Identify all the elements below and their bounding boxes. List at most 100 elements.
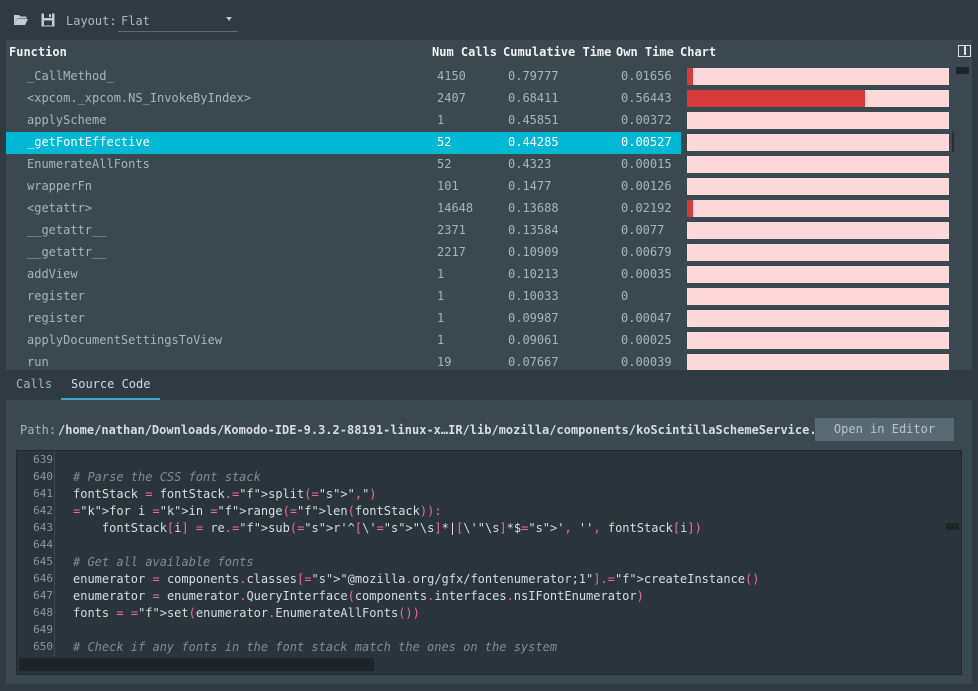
bottom-tabs: Calls Source Code — [6, 370, 972, 400]
function-cell: <getattr> — [27, 201, 93, 215]
function-cell: wrapperFn — [27, 179, 93, 193]
cumulative-time-cell: 0.45851 — [508, 113, 559, 127]
code-line: # Check if any fonts in the font stack m… — [73, 640, 558, 654]
code-line: enumerator = enumerator.QueryInterface(c… — [73, 589, 644, 603]
cumulative-time-cell: 0.79777 — [508, 69, 559, 83]
cumulative-time-cell: 0.10909 — [508, 245, 559, 259]
header-cumulative-time[interactable]: Cumulative Time — [503, 45, 611, 59]
table-row[interactable]: register 1 0.09987 0.00047 — [6, 308, 949, 330]
own-time-cell: 0.00527 — [621, 135, 672, 149]
chart-bar-fill — [687, 200, 693, 217]
cumulative-time-cell: 0.4323 — [508, 157, 552, 171]
chart-bar — [687, 68, 949, 85]
header-num-calls[interactable]: Num Calls — [432, 45, 497, 59]
code-line: # Get all available fonts — [73, 555, 254, 569]
layout-select[interactable]: Flat — [118, 12, 238, 32]
own-time-cell: 0.01656 — [621, 69, 672, 83]
num-calls-cell: 1 — [437, 289, 445, 303]
own-time-cell: 0.00015 — [621, 157, 672, 171]
line-number: 641 — [33, 487, 53, 500]
code-line: fonts = ="f">set(enumerator.EnumerateAll… — [73, 606, 420, 620]
function-cell: _getFontEffective — [27, 135, 150, 149]
function-cell: register — [27, 289, 85, 303]
cumulative-time-cell: 0.44285 — [508, 135, 559, 149]
chart-bar — [687, 266, 949, 283]
chart-bar — [687, 222, 949, 239]
own-time-cell: 0.0077 — [621, 223, 665, 237]
own-time-cell: 0 — [621, 289, 629, 303]
line-number: 642 — [33, 504, 53, 517]
table-row[interactable]: <xpcom._xpcom.NS_InvokeByIndex> 2407 0.684… — [6, 88, 949, 110]
profile-table: Function Num Calls Cumulative Time Own T… — [6, 40, 972, 370]
code-line: ="k">for i ="k">in ="f">range(="f">len(f… — [73, 504, 442, 518]
folder-open-icon[interactable] — [13, 13, 29, 27]
own-time-cell: 0.00679 — [621, 245, 672, 259]
function-cell: register — [27, 311, 85, 325]
toolbar: Layout: Flat — [0, 0, 978, 38]
header-own-time[interactable]: Own Time — [616, 45, 674, 59]
num-calls-cell: 4150 — [437, 69, 466, 83]
table-row[interactable]: register 1 0.10033 0 — [6, 286, 949, 308]
table-row[interactable]: addView 1 0.10213 0.00035 — [6, 264, 949, 286]
table-row[interactable]: run 19 0.07667 0.00039 — [6, 352, 949, 370]
table-row[interactable]: <getattr> 14648 0.13688 0.02192 — [6, 198, 949, 220]
line-number: 646 — [33, 572, 53, 585]
num-calls-cell: 2217 — [437, 245, 466, 259]
table-row[interactable]: __getattr__ 2371 0.13584 0.0077 — [6, 220, 949, 242]
header-chart[interactable]: Chart — [680, 45, 716, 59]
code-line: fontStack[i] = re.="f">sub(="s">r'^[\'="… — [73, 521, 702, 535]
chart-bar — [687, 310, 949, 327]
cumulative-time-cell: 0.1477 — [508, 179, 552, 193]
function-cell: __getattr__ — [27, 245, 107, 259]
chart-bar-fill — [687, 68, 693, 85]
line-number: 639 — [33, 453, 53, 466]
tab-source-code[interactable]: Source Code — [61, 376, 161, 400]
cumulative-time-cell: 0.10213 — [508, 267, 559, 281]
cumulative-time-cell: 0.09061 — [508, 333, 559, 347]
table-row[interactable]: _getFontEffective 52 0.44285 0.00527 — [6, 132, 949, 154]
line-number: 645 — [33, 555, 53, 568]
chevron-down-icon — [226, 17, 232, 21]
path-value: /home/nathan/Downloads/Komodo-IDE-9.3.2-… — [58, 423, 832, 437]
own-time-cell: 0.56443 — [621, 91, 672, 105]
num-calls-cell: 1 — [437, 113, 445, 127]
table-header: Function Num Calls Cumulative Time Own T… — [6, 40, 972, 64]
code-line: fontStack = fontStack.="f">split(="s">",… — [73, 487, 377, 501]
header-function[interactable]: Function — [9, 45, 67, 59]
table-row[interactable]: applyDocumentSettingsToView 1 0.09061 0.000… — [6, 330, 949, 352]
column-picker-icon[interactable] — [958, 45, 971, 57]
table-row[interactable]: __getattr__ 2217 0.10909 0.00679 — [6, 242, 949, 264]
line-number: 643 — [33, 521, 53, 534]
save-icon[interactable] — [40, 13, 56, 27]
line-number-gutter: 639 640 641 642 643 644 645 646 647 648 649 650 — [17, 451, 55, 657]
chart-bar — [687, 178, 949, 195]
editor-horizontal-scrollbar[interactable] — [19, 657, 959, 672]
chart-bar — [687, 332, 949, 349]
function-cell: _CallMethod_ — [27, 69, 114, 83]
chart-bar — [687, 156, 949, 173]
own-time-cell: 0.00047 — [621, 311, 672, 325]
function-cell: applyDocumentSettingsToView — [27, 333, 223, 347]
table-scrollbar-thumb[interactable] — [956, 67, 969, 74]
table-scrollbar-marker — [952, 132, 954, 152]
layout-select-value: Flat — [121, 14, 150, 28]
function-cell: run — [27, 355, 49, 369]
table-row[interactable]: _CallMethod_ 4150 0.79777 0.01656 — [6, 66, 949, 88]
num-calls-cell: 101 — [437, 179, 459, 193]
own-time-cell: 0.00372 — [621, 113, 672, 127]
tab-calls[interactable]: Calls — [6, 376, 62, 400]
own-time-cell: 0.00039 — [621, 355, 672, 369]
table-row[interactable]: applyScheme 1 0.45851 0.00372 — [6, 110, 949, 132]
code-editor[interactable]: 639 640 641 642 643 644 645 646 647 648 649 650 # P… — [16, 450, 962, 675]
num-calls-cell: 1 — [437, 267, 445, 281]
table-row[interactable]: wrapperFn 101 0.1477 0.00126 — [6, 176, 949, 198]
num-calls-cell: 1 — [437, 311, 445, 325]
open-in-editor-button[interactable]: Open in Editor — [815, 418, 954, 441]
editor-scrollbar-thumb[interactable] — [946, 523, 959, 530]
table-body: _CallMethod_ 4150 0.79777 0.01656 <xpcom._xp… — [6, 66, 972, 370]
cumulative-time-cell: 0.13584 — [508, 223, 559, 237]
editor-scrollbar-thumb-horizontal[interactable] — [19, 658, 374, 671]
own-time-cell: 0.00025 — [621, 333, 672, 347]
table-row[interactable]: EnumerateAllFonts 52 0.4323 0.00015 — [6, 154, 949, 176]
num-calls-cell: 2407 — [437, 91, 466, 105]
